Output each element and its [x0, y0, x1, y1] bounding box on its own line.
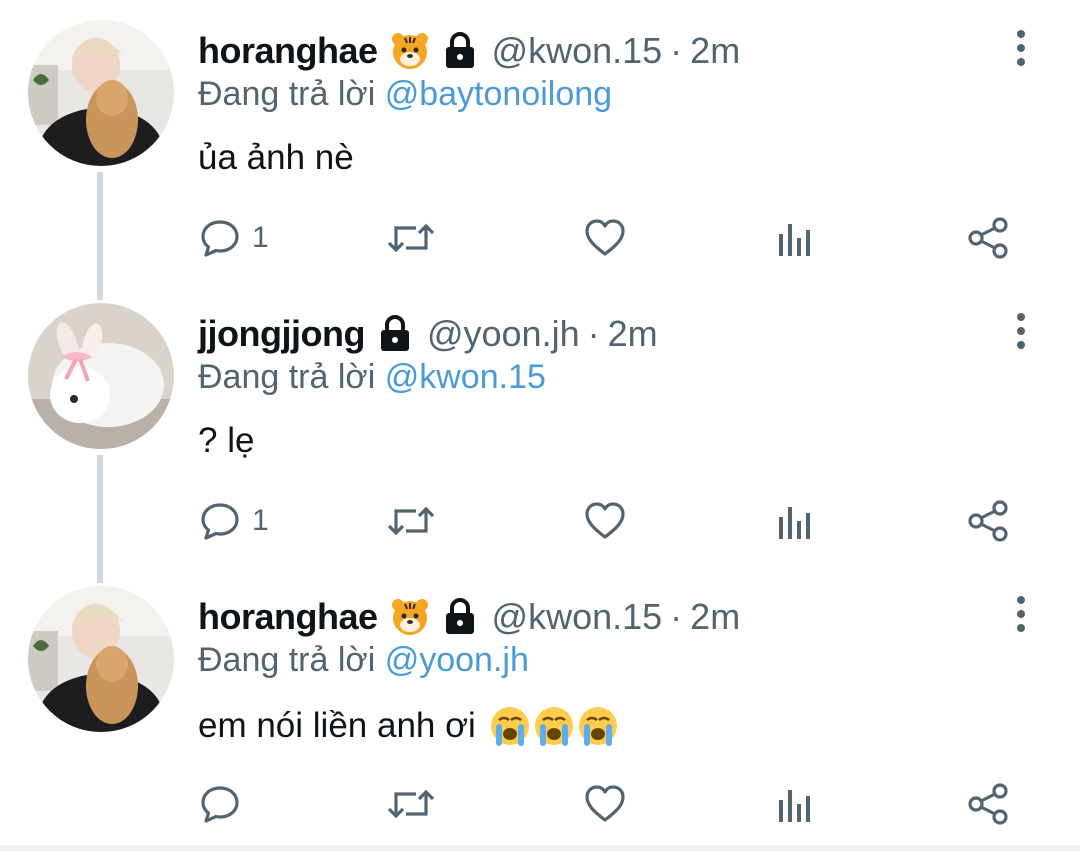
replying-to-mention[interactable]: @baytonoilong: [385, 75, 612, 113]
author-handle[interactable]: @yoon.jh: [427, 313, 580, 355]
tweet-text-body: em nói liền anh ơi: [198, 706, 476, 745]
avatar[interactable]: [28, 303, 174, 449]
retweet-button[interactable]: [386, 778, 436, 830]
lock-icon: [442, 598, 478, 636]
views-button[interactable]: [776, 778, 816, 830]
separator-dot: ·: [670, 596, 683, 637]
retweet-icon: [387, 789, 435, 819]
tweet-text-body: ? lẹ: [198, 421, 255, 460]
views-icon: [779, 507, 810, 539]
replying-to-mention[interactable]: @yoon.jh: [385, 641, 529, 679]
reply-button[interactable]: [198, 778, 252, 830]
tweet-header: jjongjjong @yoon.jh · 2m: [198, 311, 658, 357]
like-icon: [585, 219, 625, 256]
timestamp[interactable]: 2m: [608, 313, 658, 355]
author-name[interactable]: horanghae: [198, 596, 378, 638]
separator-dot: ·: [670, 30, 683, 71]
avatar[interactable]: [28, 20, 174, 166]
share-button[interactable]: [966, 212, 1010, 264]
reply-thread: horanghae @kwon.15 · 2m Đang trả lời @ba…: [0, 0, 1080, 851]
retweet-button[interactable]: [386, 212, 436, 264]
share-icon: [968, 217, 1008, 259]
retweet-button[interactable]: [386, 495, 436, 547]
loudly-crying-face-emoji: [490, 707, 529, 746]
replying-to: Đang trả lời @kwon.15: [198, 358, 546, 397]
like-button[interactable]: [583, 212, 627, 264]
share-icon: [968, 500, 1008, 542]
views-icon: [779, 790, 810, 822]
reply-icon: [201, 786, 239, 823]
reply-count: 1: [252, 221, 269, 254]
more-options-icon[interactable]: [1005, 24, 1037, 72]
replying-to: Đang trả lời @baytonoilong: [198, 75, 612, 114]
separator-dot: ·: [587, 313, 600, 354]
timestamp[interactable]: 2m: [690, 596, 740, 638]
loudly-crying-face-emoji: [534, 707, 573, 746]
tweet-actions: [198, 778, 1028, 830]
author-handle[interactable]: @kwon.15: [492, 596, 663, 638]
divider: [0, 845, 1080, 851]
author-name[interactable]: horanghae: [198, 30, 378, 72]
like-icon: [585, 785, 625, 822]
retweet-icon: [387, 223, 435, 253]
tweet-actions: 1: [198, 212, 1028, 264]
tweet-header: horanghae @kwon.15 · 2m: [198, 594, 740, 640]
replying-prefix: Đang trả lời: [198, 358, 376, 396]
like-icon: [585, 502, 625, 539]
replying-prefix: Đang trả lời: [198, 641, 376, 679]
lock-icon: [442, 32, 478, 70]
reply-icon: [201, 503, 239, 540]
reply-icon: [201, 220, 239, 257]
replying-to-mention[interactable]: @kwon.15: [385, 358, 546, 396]
views-button[interactable]: [776, 495, 816, 547]
tweet[interactable]: horanghae @kwon.15 · 2m Đang trả lời @yo…: [0, 566, 1080, 849]
tweet-actions: 1: [198, 495, 1028, 547]
retweet-icon: [387, 506, 435, 536]
tweet-text: ? lẹ: [198, 421, 254, 461]
reply-button[interactable]: 1: [198, 212, 269, 264]
emoji-group: [488, 704, 620, 748]
views-button[interactable]: [776, 212, 816, 264]
reply-count: 1: [252, 504, 269, 537]
tweet-text-body: ủa ảnh nè: [198, 138, 354, 177]
replying-to: Đang trả lời @yoon.jh: [198, 641, 529, 680]
author-name[interactable]: jjongjjong: [198, 313, 365, 355]
like-button[interactable]: [583, 495, 627, 547]
tiger-face-emoji: [390, 31, 430, 71]
tiger-face-emoji: [390, 597, 430, 637]
tweet-header: horanghae @kwon.15 · 2m: [198, 28, 740, 74]
replying-prefix: Đang trả lời: [198, 75, 376, 113]
timestamp[interactable]: 2m: [690, 30, 740, 72]
tweet-text: em nói liền anh ơi: [198, 704, 620, 748]
more-options-icon[interactable]: [1005, 307, 1037, 355]
like-button[interactable]: [583, 778, 627, 830]
share-button[interactable]: [966, 495, 1010, 547]
author-handle[interactable]: @kwon.15: [492, 30, 663, 72]
loudly-crying-face-emoji: [578, 707, 617, 746]
avatar[interactable]: [28, 586, 174, 732]
more-options-icon[interactable]: [1005, 590, 1037, 638]
tweet[interactable]: horanghae @kwon.15 · 2m Đang trả lời @ba…: [0, 0, 1080, 283]
views-icon: [779, 224, 810, 256]
lock-icon: [377, 315, 413, 353]
share-button[interactable]: [966, 778, 1010, 830]
reply-button[interactable]: 1: [198, 495, 269, 547]
share-icon: [968, 783, 1008, 825]
tweet[interactable]: jjongjjong @yoon.jh · 2m Đang trả lời @k…: [0, 283, 1080, 566]
tweet-text: ủa ảnh nè: [198, 138, 354, 178]
